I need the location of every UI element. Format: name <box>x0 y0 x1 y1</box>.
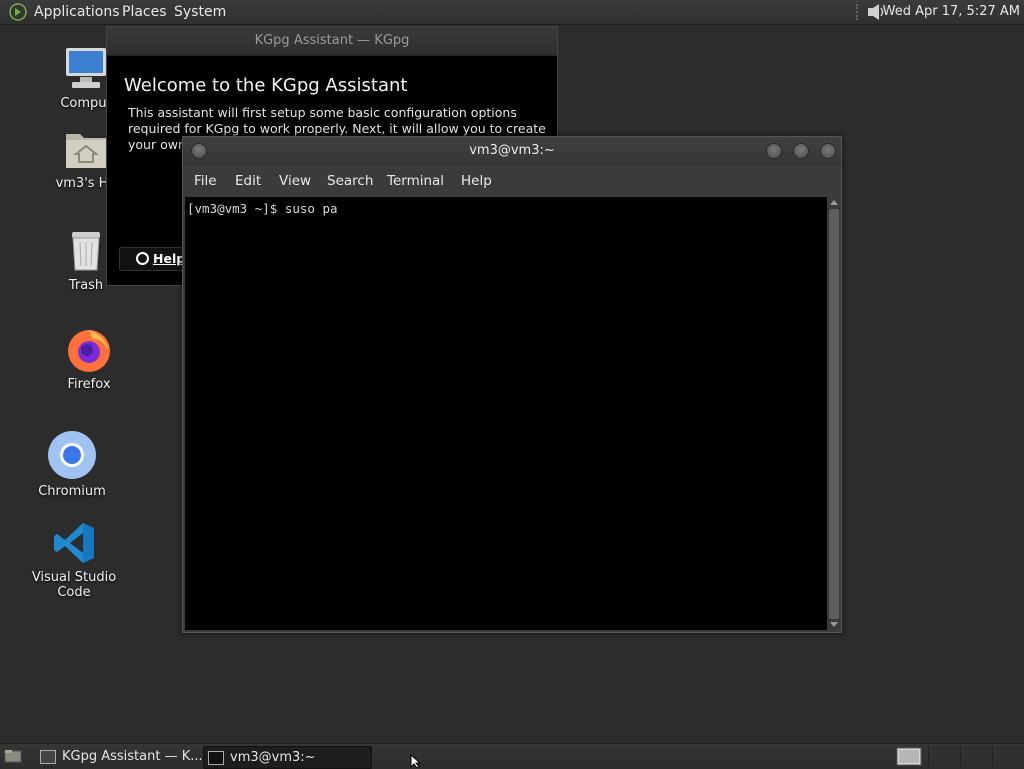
firefox-icon <box>68 330 110 372</box>
show-desktop-icon[interactable] <box>4 749 22 763</box>
help-button-label: Help <box>153 251 186 266</box>
home-folder-icon <box>66 134 106 168</box>
task-terminal[interactable]: vm3@vm3:~ <box>203 746 372 769</box>
desktop-icon-label: Chromium <box>38 484 106 499</box>
menu-terminal[interactable]: Terminal <box>387 173 444 189</box>
panel-separator <box>856 4 862 20</box>
system-menu[interactable]: System <box>174 4 226 20</box>
menu-file[interactable]: File <box>194 173 217 189</box>
task-label: KGpg Assistant — K... <box>62 749 203 764</box>
chromium-icon <box>48 431 96 479</box>
window-menu-icon[interactable] <box>191 143 207 159</box>
places-menu[interactable]: Places <box>122 4 167 20</box>
desktop-icon-firefox[interactable]: Firefox <box>39 325 139 392</box>
terminal-menubar: File Edit View Search Terminal Help <box>183 167 841 195</box>
terminal-icon <box>208 751 224 765</box>
desktop-icon-chromium[interactable]: Chromium <box>22 430 122 499</box>
menu-help[interactable]: Help <box>461 173 492 189</box>
trash-icon <box>72 232 100 271</box>
window-titlebar[interactable]: vm3@vm3:~ <box>183 137 841 165</box>
workspace-4[interactable] <box>992 746 1024 767</box>
close-button[interactable] <box>820 143 836 159</box>
terminal-scrollbar[interactable] <box>828 197 840 630</box>
terminal-line: [vm3@vm3 ~]$ suso pa <box>187 201 338 216</box>
computer-icon <box>66 48 106 88</box>
scroll-thumb[interactable] <box>829 209 839 619</box>
terminal-window[interactable]: vm3@vm3:~ File Edit View Search Terminal… <box>182 136 842 633</box>
workspace-2[interactable] <box>928 746 961 767</box>
menu-edit[interactable]: Edit <box>235 173 261 189</box>
menu-view[interactable]: View <box>279 173 311 189</box>
window-titlebar[interactable]: KGpg Assistant — KGpg <box>107 27 557 56</box>
bottom-panel: KGpg Assistant — K... vm3@vm3:~ <box>0 743 1024 769</box>
vscode-icon <box>54 523 94 563</box>
desktop-icon-label: Visual Studio Code <box>31 570 117 600</box>
workspace-3[interactable] <box>960 746 993 767</box>
workspace-switcher-icon[interactable] <box>896 747 922 766</box>
mouse-cursor-icon <box>410 754 422 768</box>
minimize-button[interactable] <box>766 143 782 159</box>
terminal-screen[interactable]: [vm3@vm3 ~]$ suso pa <box>185 197 827 630</box>
desktop-icon-vscode[interactable]: Visual Studio Code <box>24 520 124 600</box>
menu-search[interactable]: Search <box>327 173 373 189</box>
window-icon <box>40 750 56 764</box>
kgpg-heading: Welcome to the KGpg Assistant <box>124 75 408 96</box>
task-kgpg[interactable]: KGpg Assistant — K... <box>36 746 203 767</box>
mate-logo-icon[interactable] <box>9 3 27 21</box>
maximize-button[interactable] <box>793 143 809 159</box>
top-panel: Applications Places System Wed Apr 17, 5… <box>0 0 1024 25</box>
scroll-up-icon[interactable] <box>830 200 838 205</box>
applications-menu[interactable]: Applications <box>34 4 120 20</box>
task-label: vm3@vm3:~ <box>230 750 316 765</box>
clock[interactable]: Wed Apr 17, 5:27 AM <box>883 4 1020 19</box>
help-icon <box>136 252 149 265</box>
desktop-icon-label: Firefox <box>67 377 111 392</box>
scroll-down-icon[interactable] <box>830 622 838 627</box>
